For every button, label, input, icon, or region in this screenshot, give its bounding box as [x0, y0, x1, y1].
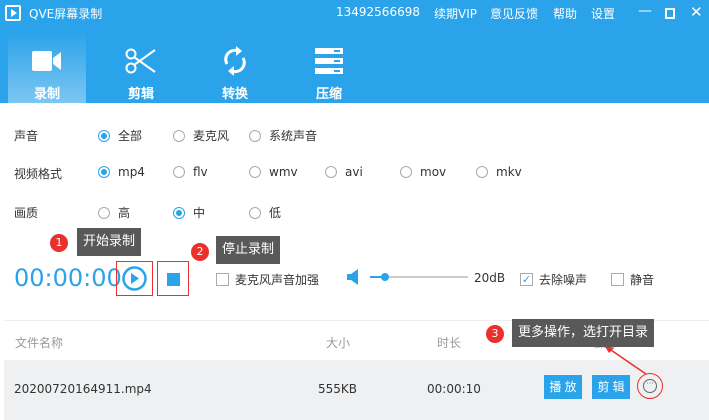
app-logo-icon [5, 5, 21, 21]
tip-stop-record: 停止录制 [216, 236, 281, 264]
tip-more-actions: 更多操作，选打开目录 [512, 319, 655, 347]
volume-value: 20dB [474, 271, 506, 285]
tab-record[interactable]: 录制 [8, 32, 86, 103]
close-button[interactable]: ✕ [690, 3, 703, 21]
tip-badge-3: 3 [486, 325, 504, 343]
audio-option-system[interactable]: 系统声音 [249, 127, 317, 144]
quality-option-high[interactable]: 高 [98, 204, 130, 221]
tip-start-record: 开始录制 [77, 228, 142, 256]
tip-badge-1: 1 [50, 234, 68, 252]
minimize-button[interactable]: — [638, 3, 652, 19]
tab-compress[interactable]: 压缩 [290, 32, 368, 103]
settings-link[interactable]: 设置 [591, 5, 615, 22]
format-option-mp4[interactable]: mp4 [98, 165, 145, 179]
col-header-duration: 时长 [437, 336, 462, 350]
format-row: 视频格式 mp4 flv wmv avi mov mkv [14, 165, 522, 181]
compress-icon [290, 44, 368, 78]
start-record-button[interactable] [116, 261, 153, 296]
tip-badge-2: 2 [191, 243, 209, 261]
quality-option-medium[interactable]: 中 [173, 204, 205, 221]
file-name: 20200720164911.mp4 [14, 382, 152, 396]
format-option-mov[interactable]: mov [400, 165, 446, 179]
feedback-link[interactable]: 意见反馈 [490, 5, 538, 22]
more-icon: ··· [643, 379, 657, 393]
file-size: 555KB [318, 382, 358, 396]
renew-vip-link[interactable]: 续期VIP [434, 5, 477, 22]
account-number: 13492566698 [336, 5, 420, 19]
denoise-checkbox[interactable]: ✓ 去除噪声 [520, 271, 587, 288]
file-duration: 00:00:10 [427, 382, 481, 396]
format-option-mkv[interactable]: mkv [476, 165, 522, 179]
quality-row: 画质 高 中 低 [14, 204, 282, 221]
play-circle-icon [122, 266, 147, 291]
col-header-size: 大小 [326, 336, 351, 350]
format-option-avi[interactable]: avi [325, 165, 363, 179]
header: QVE屏幕录制 13492566698 续期VIP 意见反馈 帮助 设置 — ✕… [0, 0, 709, 103]
help-link[interactable]: 帮助 [553, 5, 577, 22]
stop-square-icon [167, 273, 180, 286]
stop-record-button[interactable] [157, 261, 189, 296]
volume-icon[interactable] [347, 269, 361, 288]
refresh-icon [196, 44, 274, 78]
tab-edit[interactable]: 剪辑 [102, 32, 180, 103]
format-option-flv[interactable]: flv [173, 165, 208, 179]
video-camera-icon [8, 44, 86, 78]
mute-checkbox[interactable]: 静音 [611, 271, 654, 288]
play-button[interactable]: 播 放 [544, 375, 582, 399]
volume-slider-handle[interactable] [380, 273, 389, 281]
audio-option-mic[interactable]: 麦克风 [173, 127, 229, 144]
audio-row: 声音 全部 麦克风 系统声音 [14, 127, 318, 144]
audio-option-all[interactable]: 全部 [98, 127, 142, 144]
scissors-icon [102, 44, 180, 78]
app-title: QVE屏幕录制 [29, 7, 103, 21]
maximize-button[interactable] [665, 8, 675, 19]
format-option-wmv[interactable]: wmv [249, 165, 298, 179]
mic-boost-checkbox[interactable]: 麦克风声音加强 [216, 271, 319, 288]
col-header-name: 文件名称 [15, 336, 64, 350]
tab-convert[interactable]: 转换 [196, 32, 274, 103]
volume-slider[interactable] [370, 273, 468, 281]
record-timer: 00:00:00 [14, 264, 122, 292]
quality-option-low[interactable]: 低 [249, 204, 281, 221]
